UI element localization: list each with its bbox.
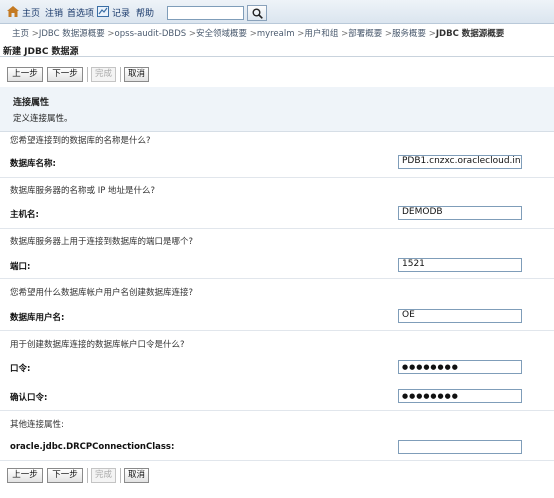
next-button[interactable]: 下一步	[47, 468, 83, 483]
section-header: 连接属性 定义连接属性。	[0, 87, 554, 132]
finish-button[interactable]: 完成	[91, 468, 116, 483]
button-divider	[87, 67, 88, 82]
back-button[interactable]: 上一步	[7, 468, 43, 483]
divider	[0, 278, 554, 279]
breadcrumb-separator: >	[249, 29, 257, 39]
divider	[0, 177, 554, 178]
drcp-connection-class-label: oracle.jdbc.DRCPConnectionClass:	[10, 442, 175, 452]
divider	[0, 330, 554, 331]
host-question: 数据库服务器的名称或 IP 地址是什么?	[10, 186, 156, 196]
breadcrumb-separator: >	[428, 29, 436, 39]
password-question: 用于创建数据库连接的数据库帐户口令是什么?	[10, 340, 185, 350]
host-input[interactable]: DEMODB	[398, 206, 522, 220]
next-button[interactable]: 下一步	[47, 67, 83, 82]
button-divider	[120, 67, 121, 82]
help-link[interactable]: 帮助	[136, 6, 154, 19]
wizard-buttons-bottom: 上一步 下一步 完成 取消	[0, 468, 554, 491]
database-name-input[interactable]: PDB1.cnzxc.oraclecloud.internal	[398, 155, 522, 169]
port-label: 端口:	[10, 262, 31, 272]
logout-link[interactable]: 注销	[45, 6, 63, 19]
breadcrumb-link[interactable]: 服务概要	[392, 29, 426, 39]
port-input[interactable]: 1521	[398, 258, 522, 272]
back-button[interactable]: 上一步	[7, 67, 43, 82]
section-title: 连接属性	[13, 98, 50, 108]
button-divider	[120, 468, 121, 483]
record-link[interactable]: 记录	[112, 6, 130, 19]
breadcrumb: 主页 >JDBC 数据源概要 >opss-audit-DBDS >安全领域概要 …	[12, 27, 504, 39]
page-title: 新建 JDBC 数据源	[3, 47, 79, 57]
search-button[interactable]	[247, 5, 267, 21]
divider	[0, 460, 554, 461]
home-icon[interactable]	[7, 6, 19, 17]
drcp-connection-class-input[interactable]	[398, 440, 522, 454]
breadcrumb-link[interactable]: 用户和组	[304, 29, 338, 39]
breadcrumb-separator: >	[188, 29, 196, 39]
confirm-password-label: 确认口令:	[10, 393, 48, 403]
top-navigation-bar: 主页 注销 首选项 记录 帮助	[0, 0, 554, 24]
password-label: 口令:	[10, 364, 31, 374]
username-input[interactable]: OE	[398, 309, 522, 323]
breadcrumb-link[interactable]: opss-audit-DBDS	[115, 29, 187, 39]
record-icon[interactable]	[97, 6, 109, 17]
database-name-question: 您希望连接到的数据库的名称是什么?	[10, 136, 151, 146]
breadcrumb-link[interactable]: myrealm	[257, 29, 295, 39]
section-description: 定义连接属性。	[13, 114, 73, 124]
confirm-password-input[interactable]: ●●●●●●●●	[398, 389, 522, 403]
preferences-link[interactable]: 首选项	[67, 6, 94, 19]
breadcrumb-current: JDBC 数据源概要	[435, 29, 505, 39]
breadcrumb-link[interactable]: 主页	[12, 29, 29, 39]
breadcrumb-separator: >	[31, 29, 39, 39]
button-divider	[87, 468, 88, 483]
port-question: 数据库服务器上用于连接到数据库的端口是哪个?	[10, 237, 194, 247]
search-input[interactable]	[167, 6, 244, 20]
search-icon	[252, 8, 263, 19]
cancel-button[interactable]: 取消	[124, 468, 149, 483]
breadcrumb-separator: >	[107, 29, 115, 39]
username-question: 您希望用什么数据库帐户用户名创建数据库连接?	[10, 288, 194, 298]
finish-button[interactable]: 完成	[91, 67, 116, 82]
connection-properties-section: 连接属性 定义连接属性。	[0, 87, 554, 132]
database-name-label: 数据库名称:	[10, 159, 56, 169]
username-label: 数据库用户名:	[10, 313, 65, 323]
breadcrumb-link[interactable]: 部署概要	[348, 29, 382, 39]
divider	[0, 410, 554, 411]
home-link[interactable]: 主页	[22, 6, 40, 19]
breadcrumb-separator: >	[384, 29, 393, 39]
breadcrumb-link[interactable]: JDBC 数据源概要	[39, 29, 105, 39]
extra-properties-question: 其他连接属性:	[10, 420, 64, 430]
breadcrumb-link[interactable]: 安全领域概要	[196, 29, 247, 39]
host-label: 主机名:	[10, 210, 39, 220]
page-title-bar: 新建 JDBC 数据源	[0, 40, 554, 57]
divider	[0, 228, 554, 229]
password-input[interactable]: ●●●●●●●●	[398, 360, 522, 374]
cancel-button[interactable]: 取消	[124, 67, 149, 82]
